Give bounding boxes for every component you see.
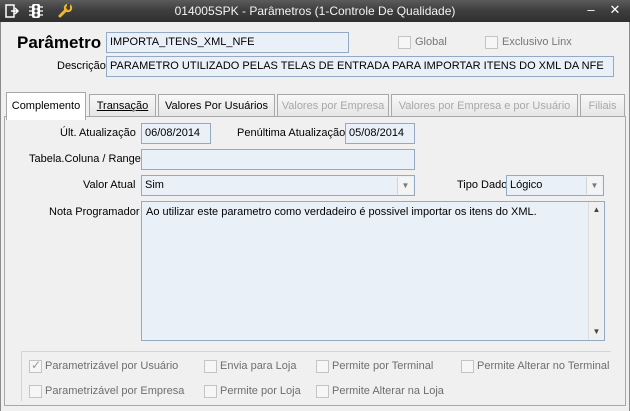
form-body: Parâmetro IMPORTA_ITENS_XML_NFE Global E… [0,22,630,411]
minimize-button[interactable]: – [580,2,602,19]
penultima-atualizacao-label: Penúltima Atualização [237,127,346,139]
chevron-down-icon[interactable]: ▼ [397,177,413,194]
permite-alterar-terminal-label: Permite Alterar no Terminal [477,360,610,372]
permite-alterar-loja-checkbox[interactable] [316,385,329,398]
exclusivo-linx-label: Exclusivo Linx [502,36,572,48]
permite-alterar-terminal-checkbox[interactable] [461,360,474,373]
tipo-dado-combo[interactable]: Lógico ▼ [506,175,604,196]
window-title: 014005SPK - Parâmetros (1-Controle De Qu… [174,4,456,18]
complemento-panel: Últ. Atualização 06/08/2014 Penúltima At… [4,116,626,406]
tab-valores-por-empresa[interactable]: Valores por Empresa [277,94,389,118]
permite-alterar-loja-label: Permite Alterar na Loja [332,385,444,397]
tab-complemento[interactable]: Complemento [6,92,86,120]
nota-programador-memo[interactable]: Ao utilizar este parametro como verdadei… [141,201,605,341]
exclusivo-linx-checkbox[interactable] [485,36,498,49]
ult-atualizacao-field[interactable]: 06/08/2014 [141,123,211,144]
tipo-dado-value: Lógico [510,179,543,191]
parametro-label: Parâmetro [17,33,102,52]
permite-por-terminal-checkbox[interactable] [316,360,329,373]
tipo-dado-label: Tipo Dado [457,179,508,191]
parametro-field[interactable]: IMPORTA_ITENS_XML_NFE [106,32,349,53]
global-label: Global [415,36,447,48]
tabela-coluna-label: Tabela.Coluna / Range [29,153,141,165]
title-bar: 014005SPK - Parâmetros (1-Controle De Qu… [0,0,630,22]
global-checkbox[interactable] [398,36,411,49]
tab-transacao[interactable]: Transação [89,94,156,118]
tabela-coluna-field[interactable] [141,149,415,170]
tab-filiais[interactable]: Filiais [580,94,625,118]
memo-scrollbar[interactable]: ▲ ▼ [588,202,604,340]
ult-atualizacao-label: Últ. Atualização [60,127,136,139]
scroll-down-icon[interactable]: ▼ [589,324,604,340]
penultima-atualizacao-field[interactable]: 05/08/2014 [345,123,415,144]
parametrizavel-usuario-label: Parametrizável por Usuário [45,360,179,372]
parametrizavel-empresa-checkbox[interactable] [29,385,42,398]
scroll-up-icon[interactable]: ▲ [589,202,604,218]
nota-programador-text: Ao utilizar este parametro como verdadei… [146,206,537,218]
nota-programador-label: Nota Programador [49,206,140,218]
valor-atual-label: Valor Atual [83,179,136,191]
parametrizavel-usuario-checkbox[interactable] [29,358,42,373]
envia-para-loja-checkbox[interactable] [204,360,217,373]
descricao-label: Descrição [57,60,106,72]
valor-atual-combo[interactable]: Sim ▼ [141,175,415,196]
tab-valores-por-empresa-e-usuario[interactable]: Valores por Empresa e por Usuário [391,94,578,118]
permite-por-terminal-label: Permite por Terminal [332,360,434,372]
tab-valores-por-usuarios[interactable]: Valores Por Usuários [158,94,275,118]
descricao-field[interactable]: PARAMETRO UTILIZADO PELAS TELAS DE ENTRA… [106,56,614,77]
envia-para-loja-label: Envia para Loja [220,360,297,372]
close-button[interactable]: ✕ [604,2,626,19]
parametrizavel-empresa-label: Parametrizável por Empresa [45,385,185,397]
permite-por-loja-checkbox[interactable] [204,385,217,398]
valor-atual-value: Sim [145,179,164,191]
chevron-down-icon[interactable]: ▼ [586,177,602,194]
permite-por-loja-label: Permite por Loja [220,385,301,397]
